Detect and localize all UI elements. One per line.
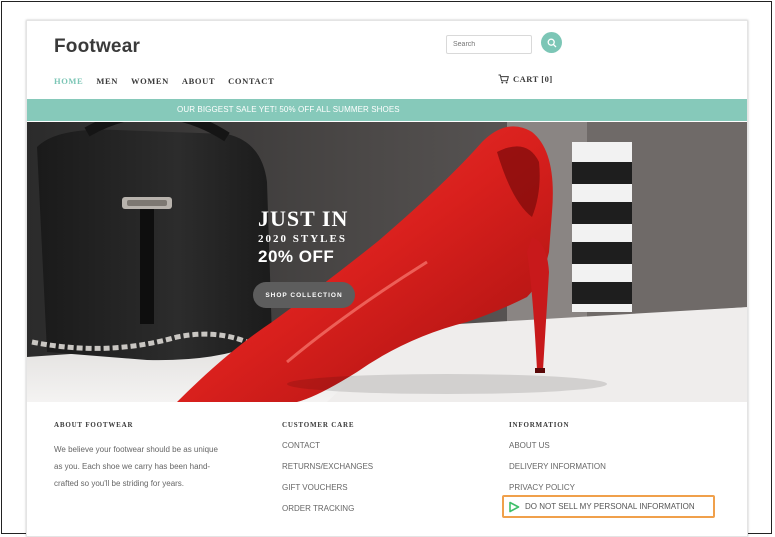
about-line: crafted so you'll be striding for years. (54, 479, 185, 488)
cart-icon (498, 74, 509, 84)
search-input[interactable] (446, 35, 532, 54)
hero-title: JUST IN (258, 206, 349, 231)
about-line: as you. Each shoe we carry has been hand… (54, 462, 211, 471)
nav-men[interactable]: MEN (96, 76, 118, 90)
footer-heading-information: INFORMATION (509, 421, 570, 429)
hero-text: JUST IN 2020 STYLES 20% OFF (258, 206, 348, 267)
nav-women[interactable]: WOMEN (131, 76, 169, 90)
promo-text: OUR BIGGEST SALE YET! 50% OFF ALL SUMMER… (177, 105, 400, 114)
play-arrow-icon (509, 501, 520, 512)
search-button[interactable] (541, 32, 562, 53)
footer-customer-care: CUSTOMER CARE CONTACT RETURNS/EXCHANGES … (282, 421, 373, 525)
footer-heading-customer-care: CUSTOMER CARE (282, 421, 355, 429)
nav-home[interactable]: HOME (54, 76, 83, 90)
hero-banner: JUST IN 2020 STYLES 20% OFF SHOP COLLECT… (27, 122, 747, 402)
hero-subtitle: 2020 STYLES (258, 233, 347, 245)
footer-link-privacy[interactable]: PRIVACY POLICY (509, 483, 606, 493)
do-not-sell-label: DO NOT SELL MY PERSONAL INFORMATION (525, 502, 695, 511)
cart-label: CART [0] (513, 74, 553, 84)
brand-logo[interactable]: Footwear (54, 36, 140, 58)
footer-link-delivery[interactable]: DELIVERY INFORMATION (509, 462, 606, 472)
footer: ABOUT FOOTWEAR We believe your footwear … (27, 402, 747, 536)
footer-link-about-us[interactable]: ABOUT US (509, 441, 606, 451)
nav-about[interactable]: ABOUT (182, 76, 215, 90)
main-nav: HOME MEN WOMEN ABOUT CONTACT (54, 76, 287, 90)
promo-banner[interactable]: OUR BIGGEST SALE YET! 50% OFF ALL SUMMER… (27, 99, 747, 121)
cart-link[interactable]: CART [0] (498, 74, 553, 84)
webpage: Footwear HOME MEN WOMEN ABOUT CONTACT CA… (26, 20, 748, 537)
footer-link-gift-vouchers[interactable]: GIFT VOUCHERS (282, 483, 373, 493)
hero-image (27, 122, 747, 402)
footer-heading-about: ABOUT FOOTWEAR (54, 421, 134, 429)
footer-link-contact[interactable]: CONTACT (282, 441, 373, 451)
footer-about-text: We believe your footwear should be as un… (54, 441, 269, 492)
footer-about: ABOUT FOOTWEAR We believe your footwear … (54, 421, 269, 492)
do-not-sell-link[interactable]: DO NOT SELL MY PERSONAL INFORMATION (502, 495, 715, 518)
shop-collection-button[interactable]: SHOP COLLECTION (253, 282, 355, 308)
footer-information: INFORMATION ABOUT US DELIVERY INFORMATIO… (509, 421, 606, 504)
about-line: We believe your footwear should be as un… (54, 445, 218, 454)
hero-discount: 20% OFF (258, 247, 335, 266)
footer-link-order-tracking[interactable]: ORDER TRACKING (282, 504, 373, 514)
nav-contact[interactable]: CONTACT (228, 76, 274, 90)
footer-link-returns[interactable]: RETURNS/EXCHANGES (282, 462, 373, 472)
search-icon (547, 38, 556, 47)
